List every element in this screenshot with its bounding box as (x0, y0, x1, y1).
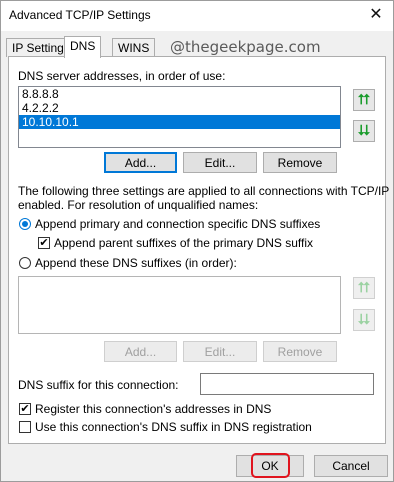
register-checkbox[interactable]: ✔ (19, 403, 31, 415)
tab-wins[interactable]: WINS (112, 38, 156, 57)
dns-server-list[interactable]: 8.8.8.8 4.2.2.2 10.10.10.1 (18, 86, 341, 148)
suffix-conn-label: DNS suffix for this connection: (18, 378, 179, 392)
watermark: @thegeekpage.com (170, 38, 321, 56)
list-item[interactable]: 8.8.8.8 (19, 87, 340, 101)
window-title: Advanced TCP/IP Settings (9, 8, 151, 22)
dns-servers-label: DNS server addresses, in order of use: (18, 69, 226, 83)
cancel-button[interactable]: Cancel (314, 455, 388, 477)
list-item-selected[interactable]: 10.10.10.1 (19, 115, 340, 129)
move-down-arrow-icon[interactable]: ⮇ (353, 120, 375, 142)
dns-suffix-list[interactable] (18, 276, 341, 334)
info-text-line2: enabled. For resolution of unqualified n… (18, 198, 259, 212)
edit-suffix-button[interactable]: Edit... (183, 341, 257, 362)
add-server-button[interactable]: Add... (104, 152, 177, 173)
append-parent-checkbox[interactable]: ✔ (38, 237, 50, 249)
suffix-move-down-arrow-icon[interactable]: ⮇ (353, 309, 375, 331)
add-suffix-button[interactable]: Add... (104, 341, 177, 362)
ok-highlight-box (251, 453, 290, 478)
title-bar: Advanced TCP/IP Settings ✕ (1, 1, 393, 31)
register-label[interactable]: Register this connection's addresses in … (35, 402, 271, 416)
append-primary-radio[interactable] (19, 218, 31, 230)
append-primary-label[interactable]: Append primary and connection specific D… (35, 217, 320, 231)
append-these-label[interactable]: Append these DNS suffixes (in order): (35, 256, 237, 270)
edit-server-button[interactable]: Edit... (183, 152, 257, 173)
move-up-arrow-icon[interactable]: ⮅ (353, 89, 375, 111)
dns-suffix-input[interactable] (200, 373, 374, 395)
remove-server-button[interactable]: Remove (263, 152, 337, 173)
use-suffix-label[interactable]: Use this connection's DNS suffix in DNS … (35, 420, 312, 434)
append-these-radio[interactable] (19, 257, 31, 269)
tab-dns[interactable]: DNS (64, 36, 102, 58)
remove-suffix-button[interactable]: Remove (263, 341, 337, 362)
use-suffix-checkbox[interactable] (19, 421, 31, 433)
list-item[interactable]: 4.2.2.2 (19, 101, 340, 115)
suffix-move-up-arrow-icon[interactable]: ⮅ (353, 277, 375, 299)
append-parent-label[interactable]: Append parent suffixes of the primary DN… (54, 236, 313, 250)
info-text-line1: The following three settings are applied… (18, 184, 390, 198)
close-icon[interactable]: ✕ (359, 1, 393, 31)
dns-tab-panel: DNS server addresses, in order of use: 8… (8, 56, 390, 444)
